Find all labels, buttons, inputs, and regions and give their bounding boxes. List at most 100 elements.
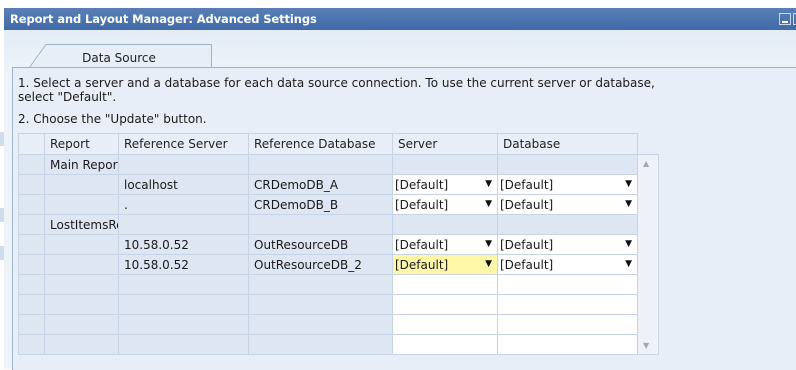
chevron-down-icon[interactable]: ▼: [485, 199, 492, 209]
server-value: [Default]: [395, 177, 449, 192]
reference-server-cell[interactable]: [118, 154, 249, 175]
database-dropdown[interactable]: [Default] ▼: [497, 254, 638, 275]
report-cell[interactable]: [44, 234, 119, 255]
col-header-reference-database[interactable]: Reference Database: [248, 133, 393, 155]
row-selector[interactable]: [18, 294, 45, 315]
instruction-step-1: 1. Select a server and a database for ea…: [18, 76, 655, 90]
database-cell[interactable]: [497, 274, 638, 295]
database-cell[interactable]: [497, 214, 638, 235]
table-row-empty: [18, 334, 659, 355]
chevron-down-icon[interactable]: ▼: [485, 259, 492, 269]
server-value: [Default]: [395, 237, 449, 252]
col-header-database[interactable]: Database: [497, 133, 638, 155]
chevron-down-icon[interactable]: ▼: [625, 199, 632, 209]
database-cell[interactable]: [497, 334, 638, 355]
reference-database-cell[interactable]: [248, 154, 393, 175]
report-cell[interactable]: [44, 194, 119, 215]
database-cell[interactable]: [497, 314, 638, 335]
reference-database-cell[interactable]: OutResourceDB: [248, 234, 393, 255]
header-spacer: [637, 133, 659, 155]
grid-header-row: Report Reference Server Reference Databa…: [18, 133, 659, 155]
database-value: [Default]: [500, 257, 554, 272]
report-cell[interactable]: [44, 314, 119, 335]
reference-database-cell[interactable]: [248, 334, 393, 355]
report-cell[interactable]: [44, 174, 119, 195]
reference-server-cell[interactable]: 10.58.0.52: [118, 254, 249, 275]
report-cell[interactable]: Main Report: [44, 154, 119, 175]
table-row: Main Report ▲ ▼: [18, 154, 659, 355]
corner-cell[interactable]: [18, 133, 45, 155]
table-row-empty: [18, 294, 659, 315]
instruction-step-2: 2. Choose the "Update" button.: [18, 112, 207, 126]
table-row: LostItemsRe: [18, 214, 659, 235]
chevron-down-icon[interactable]: ▼: [625, 259, 632, 269]
col-header-server[interactable]: Server: [392, 133, 498, 155]
row-selector[interactable]: [18, 314, 45, 335]
server-value: [Default]: [395, 257, 449, 272]
database-dropdown[interactable]: [Default] ▼: [497, 194, 638, 215]
row-selector[interactable]: [18, 274, 45, 295]
server-dropdown-active[interactable]: [Default] ▼: [392, 254, 498, 275]
report-cell[interactable]: LostItemsRe: [44, 214, 119, 235]
reference-server-cell[interactable]: 10.58.0.52: [118, 234, 249, 255]
row-selector[interactable]: [18, 174, 45, 195]
server-cell[interactable]: [392, 214, 498, 235]
server-dropdown[interactable]: [Default] ▼: [392, 234, 498, 255]
table-row: 10.58.0.52 OutResourceDB_2 [Default] ▼ [D…: [18, 254, 659, 275]
row-selector[interactable]: [18, 234, 45, 255]
server-cell[interactable]: [392, 294, 498, 315]
database-dropdown[interactable]: [Default] ▼: [497, 174, 638, 195]
server-cell[interactable]: [392, 154, 498, 175]
reference-database-cell[interactable]: [248, 294, 393, 315]
reference-database-cell[interactable]: OutResourceDB_2: [248, 254, 393, 275]
table-row: localhost CRDemoDB_A [Default] ▼ [Default…: [18, 174, 659, 195]
database-value: [Default]: [500, 177, 554, 192]
report-cell[interactable]: [44, 334, 119, 355]
table-row: . CRDemoDB_B [Default] ▼ [Default] ▼: [18, 194, 659, 215]
table-row: 10.58.0.52 OutResourceDB [Default] ▼ [Def…: [18, 234, 659, 255]
report-cell[interactable]: [44, 294, 119, 315]
database-dropdown[interactable]: [Default] ▼: [497, 234, 638, 255]
database-value: [Default]: [500, 197, 554, 212]
scroll-up-icon[interactable]: ▲: [643, 159, 649, 168]
chevron-down-icon[interactable]: ▼: [625, 179, 632, 189]
chevron-down-icon[interactable]: ▼: [485, 239, 492, 249]
instruction-step-1-cont: select "Default".: [18, 90, 117, 104]
server-dropdown[interactable]: [Default] ▼: [392, 174, 498, 195]
reference-database-cell[interactable]: [248, 274, 393, 295]
minimize-icon[interactable]: [779, 13, 791, 25]
reference-server-cell[interactable]: [118, 314, 249, 335]
reference-server-cell[interactable]: [118, 294, 249, 315]
row-selector[interactable]: [18, 154, 45, 175]
row-selector[interactable]: [18, 334, 45, 355]
reference-server-cell[interactable]: [118, 274, 249, 295]
reference-database-cell[interactable]: [248, 314, 393, 335]
server-cell[interactable]: [392, 314, 498, 335]
report-cell[interactable]: [44, 254, 119, 275]
reference-server-cell[interactable]: [118, 214, 249, 235]
reference-database-cell[interactable]: CRDemoDB_A: [248, 174, 393, 195]
chevron-down-icon[interactable]: ▼: [485, 179, 492, 189]
chevron-down-icon[interactable]: ▼: [625, 239, 632, 249]
reference-database-cell[interactable]: [248, 214, 393, 235]
col-header-report[interactable]: Report: [44, 133, 119, 155]
report-cell[interactable]: [44, 274, 119, 295]
server-cell[interactable]: [392, 334, 498, 355]
database-cell[interactable]: [497, 294, 638, 315]
reference-server-cell[interactable]: [118, 334, 249, 355]
row-selector[interactable]: [18, 214, 45, 235]
vertical-scrollbar[interactable]: ▲ ▼: [637, 154, 659, 355]
database-cell[interactable]: [497, 154, 638, 175]
col-header-reference-server[interactable]: Reference Server: [118, 133, 249, 155]
reference-server-cell[interactable]: localhost: [118, 174, 249, 195]
tab-label: Data Source: [82, 51, 156, 65]
server-dropdown[interactable]: [Default] ▼: [392, 194, 498, 215]
row-selector[interactable]: [18, 254, 45, 275]
table-row-empty: [18, 314, 659, 335]
scroll-down-icon[interactable]: ▼: [643, 341, 649, 350]
database-value: [Default]: [500, 237, 554, 252]
reference-database-cell[interactable]: CRDemoDB_B: [248, 194, 393, 215]
server-cell[interactable]: [392, 274, 498, 295]
row-selector[interactable]: [18, 194, 45, 215]
reference-server-cell[interactable]: .: [118, 194, 249, 215]
